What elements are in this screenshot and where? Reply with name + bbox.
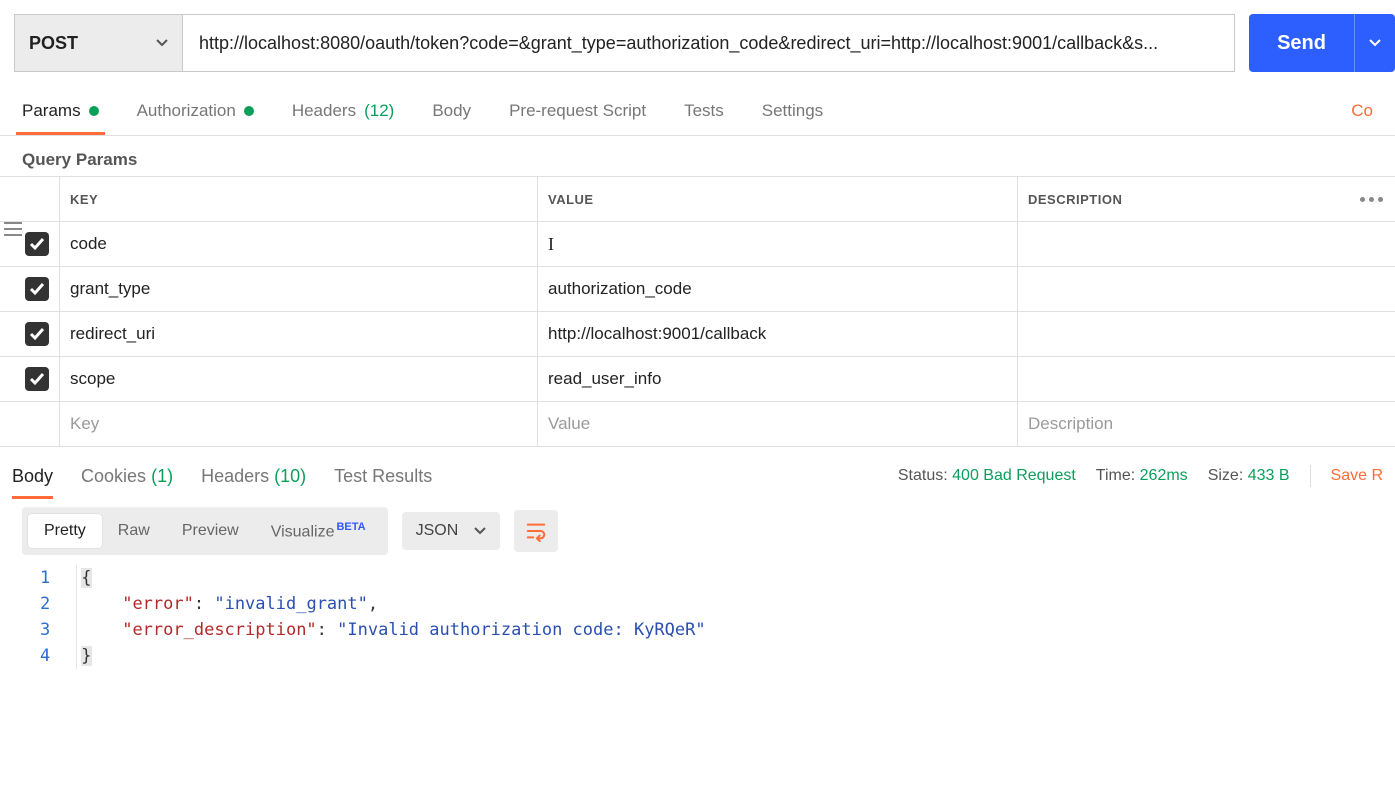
query-params-title: Query Params (0, 136, 1395, 176)
param-key-input[interactable]: scope (60, 357, 538, 401)
row-checkbox[interactable] (25, 277, 49, 301)
code-token: { (81, 568, 91, 588)
http-method-select[interactable]: POST (14, 14, 182, 72)
col-value-header: VALUE (538, 177, 1018, 221)
more-icon[interactable] (1360, 197, 1383, 202)
query-params-table: KEY VALUE DESCRIPTION code I grant_type … (0, 176, 1395, 447)
code-token: "invalid_grant" (214, 594, 368, 614)
code-token: "error_description" (122, 620, 316, 640)
resp-tab-headers[interactable]: Headers (10) (201, 466, 306, 487)
resp-cookies-count: (1) (151, 466, 173, 486)
tab-params[interactable]: Params (22, 101, 99, 121)
send-button[interactable]: Send (1249, 14, 1354, 72)
status-dot-icon (244, 106, 254, 116)
row-checkbox[interactable] (25, 322, 49, 346)
tab-body[interactable]: Body (432, 101, 471, 121)
size-label: Size: (1208, 467, 1244, 484)
param-key-input[interactable]: Key (60, 402, 538, 446)
time-label: Time: (1096, 467, 1135, 484)
param-value-input[interactable]: http://localhost:9001/callback (538, 312, 1018, 356)
code-token: "Invalid authorization code: KyRQeR" (337, 620, 705, 640)
beta-badge: BETA (336, 521, 365, 533)
param-value-input[interactable]: read_user_info (538, 357, 1018, 401)
table-row: grant_type authorization_code (0, 267, 1395, 312)
status-dot-icon (89, 106, 99, 116)
param-value-input[interactable]: I (538, 222, 1018, 266)
divider (1310, 465, 1311, 487)
status-label: Status: (898, 467, 948, 484)
save-response-button[interactable]: Save R (1331, 467, 1383, 485)
param-value-input[interactable]: authorization_code (538, 267, 1018, 311)
row-checkbox[interactable] (25, 232, 49, 256)
wrap-icon (525, 520, 547, 542)
tab-settings[interactable]: Settings (762, 101, 823, 121)
text-cursor-icon: I (548, 234, 554, 255)
view-mode-segment: Pretty Raw Preview VisualizeBETA (22, 507, 388, 555)
tab-authorization-label: Authorization (137, 101, 236, 121)
param-desc-input[interactable] (1018, 267, 1395, 311)
view-preview-button[interactable]: Preview (166, 514, 255, 548)
col-key-header: KEY (60, 177, 538, 221)
http-method-label: POST (29, 33, 78, 54)
view-raw-button[interactable]: Raw (102, 514, 166, 548)
request-bar: POST http://localhost:8080/oauth/token?c… (0, 0, 1395, 86)
view-pretty-button[interactable]: Pretty (28, 514, 102, 548)
param-desc-input[interactable] (1018, 312, 1395, 356)
param-value-input[interactable]: Value (538, 402, 1018, 446)
code-token: "error" (122, 594, 194, 614)
tab-headers-count: (12) (364, 101, 394, 121)
status-value: 400 Bad Request (952, 467, 1076, 484)
body-view-toolbar: Pretty Raw Preview VisualizeBETA JSON (0, 497, 1395, 565)
param-desc-input[interactable] (1018, 222, 1395, 266)
param-key-input[interactable]: grant_type (60, 267, 538, 311)
table-header-row: KEY VALUE DESCRIPTION (0, 177, 1395, 222)
param-key-input[interactable]: code (60, 222, 538, 266)
table-row-new: Key Value Description (0, 402, 1395, 447)
response-meta: Status: 400 Bad Request Time: 262ms Size… (898, 465, 1383, 487)
url-input[interactable]: http://localhost:8080/oauth/token?code=&… (182, 14, 1235, 72)
param-key-input[interactable]: redirect_uri (60, 312, 538, 356)
drag-handle-icon[interactable] (4, 222, 24, 239)
chevron-down-icon (156, 33, 168, 54)
resp-tab-tests[interactable]: Test Results (334, 466, 432, 487)
body-lang-select[interactable]: JSON (402, 512, 501, 550)
tab-prerequest[interactable]: Pre-request Script (509, 101, 646, 121)
response-body-editor[interactable]: 1 2 3 4 { "error": "invalid_grant", "err… (0, 565, 1395, 669)
send-dropdown-button[interactable] (1354, 14, 1395, 72)
resp-headers-count: (10) (274, 466, 306, 486)
resp-tab-body[interactable]: Body (12, 466, 53, 487)
code-area: { "error": "invalid_grant", "error_descr… (76, 565, 705, 669)
line-number-gutter: 1 2 3 4 (40, 565, 76, 669)
tab-tests[interactable]: Tests (684, 101, 724, 121)
tab-authorization[interactable]: Authorization (137, 101, 254, 121)
cookies-link[interactable]: Co (1351, 101, 1373, 121)
body-lang-label: JSON (416, 522, 459, 540)
param-desc-input[interactable] (1018, 357, 1395, 401)
row-checkbox[interactable] (25, 367, 49, 391)
table-row: scope read_user_info (0, 357, 1395, 402)
size-value: 433 B (1248, 467, 1290, 484)
param-desc-input[interactable]: Description (1018, 402, 1395, 446)
request-tabs: Params Authorization Headers (12) Body P… (0, 86, 1395, 136)
col-desc-header: DESCRIPTION (1018, 177, 1395, 221)
view-visualize-button[interactable]: VisualizeBETA (255, 513, 382, 549)
response-tabs: Body Cookies (1) Headers (10) Test Resul… (0, 447, 1395, 497)
tab-params-label: Params (22, 101, 81, 121)
send-button-group: Send (1249, 14, 1395, 72)
code-token: } (81, 646, 91, 666)
url-text: http://localhost:8080/oauth/token?code=&… (199, 33, 1158, 54)
chevron-down-icon (474, 525, 486, 537)
wrap-lines-button[interactable] (514, 510, 558, 552)
resp-tab-cookies[interactable]: Cookies (1) (81, 466, 173, 487)
table-row: redirect_uri http://localhost:9001/callb… (0, 312, 1395, 357)
table-row: code I (0, 222, 1395, 267)
tab-headers-label: Headers (292, 101, 356, 121)
tab-headers[interactable]: Headers (12) (292, 101, 395, 121)
time-value: 262ms (1140, 467, 1188, 484)
